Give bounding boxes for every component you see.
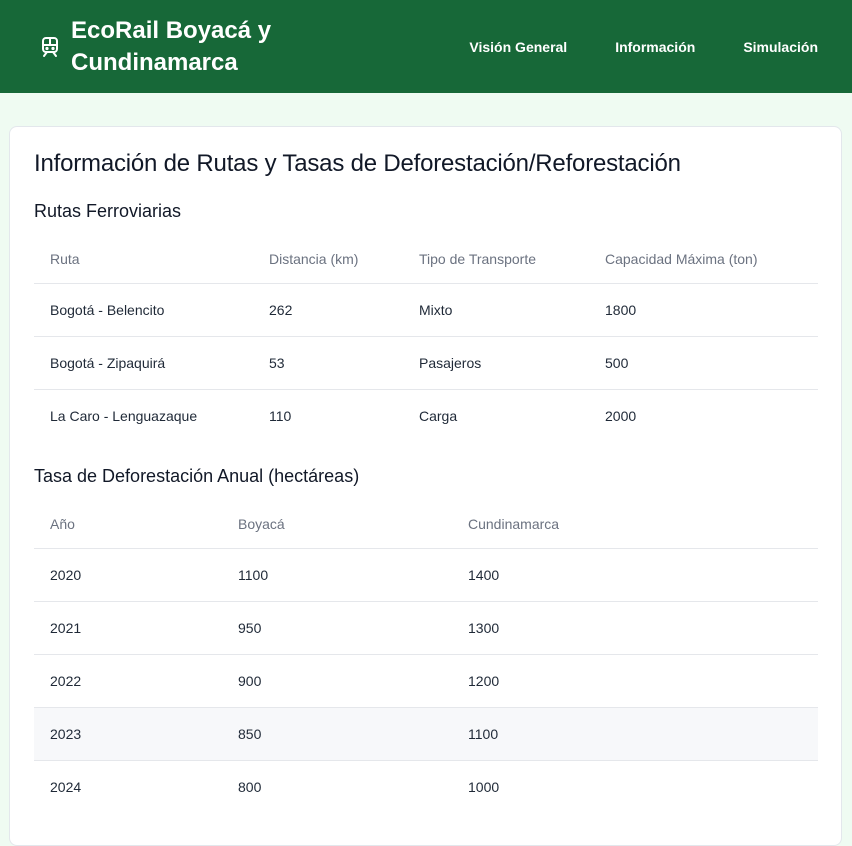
table-row: Bogotá - Zipaquirá 53 Pasajeros 500 — [34, 336, 818, 390]
column-header: Cundinamarca — [452, 500, 818, 549]
nav-simulacion[interactable]: Simulación — [743, 39, 818, 55]
main-nav: Visión General Información Simulación — [421, 39, 818, 55]
app-header: EcoRail Boyacá y Cundinamarca Visión Gen… — [0, 0, 852, 93]
year-cell: 2020 — [34, 548, 222, 602]
transport-type-cell: Pasajeros — [403, 336, 589, 390]
boyaca-cell: 900 — [222, 654, 452, 708]
capacity-cell: 500 — [589, 336, 818, 390]
column-header: Boyacá — [222, 500, 452, 549]
nav-informacion[interactable]: Información — [615, 39, 695, 55]
transport-type-cell: Carga — [419, 407, 458, 424]
boyaca-cell: 1100 — [222, 548, 452, 602]
column-header: Distancia (km) — [253, 235, 403, 284]
column-header: Capacidad Máxima (ton) — [589, 235, 818, 284]
deforestation-table: Año Boyacá Cundinamarca 2020 1100 1400 2… — [34, 500, 818, 813]
year-cell: 2022 — [34, 654, 222, 708]
table-row: La Caro - Lenguazaque 110 Carga 2000 — [34, 389, 818, 442]
boyaca-cell: 850 — [222, 707, 452, 761]
table-row: Bogotá - Belencito 262 Mixto 1800 — [34, 283, 818, 337]
capacity-cell: 2000 — [605, 407, 637, 424]
route-name-cell: La Caro - Lenguazaque — [50, 407, 198, 424]
column-header: Tipo de Transporte — [403, 235, 589, 284]
info-card: Información de Rutas y Tasas de Deforest… — [9, 126, 842, 846]
cundinamarca-cell: 1400 — [452, 548, 818, 602]
capacity-cell: 1800 — [589, 283, 818, 337]
table-row: 2021 950 1300 — [34, 601, 818, 655]
table-row: 2024 800 1000 — [34, 760, 818, 813]
cundinamarca-cell: 1200 — [452, 654, 818, 708]
page-title: Información de Rutas y Tasas de Deforest… — [34, 150, 681, 177]
train-icon — [40, 36, 62, 58]
brand[interactable]: EcoRail Boyacá y Cundinamarca — [40, 15, 301, 79]
year-cell: 2024 — [50, 778, 82, 795]
distance-cell: 110 — [269, 407, 292, 424]
year-cell: 2023 — [34, 707, 222, 761]
nav-vision-general[interactable]: Visión General — [469, 39, 567, 55]
table-row: 2023 850 1100 — [34, 707, 818, 761]
route-name-cell: Bogotá - Belencito — [34, 283, 253, 337]
column-header: Año — [34, 500, 222, 549]
table-row: 2020 1100 1400 — [34, 548, 818, 602]
routes-section-title: Rutas Ferroviarias — [34, 201, 182, 221]
cundinamarca-cell: 1000 — [468, 778, 500, 795]
year-cell: 2021 — [34, 601, 222, 655]
distance-cell: 262 — [253, 283, 403, 337]
cundinamarca-cell: 1300 — [452, 601, 818, 655]
column-header: Ruta — [34, 235, 253, 284]
distance-cell: 53 — [253, 336, 403, 390]
transport-type-cell: Mixto — [403, 283, 589, 337]
deforestation-section-title: Tasa de Deforestación Anual (hectáreas) — [34, 466, 360, 486]
table-header-row: Año Boyacá Cundinamarca — [34, 500, 818, 549]
route-name-cell: Bogotá - Zipaquirá — [34, 336, 253, 390]
table-row: 2022 900 1200 — [34, 654, 818, 708]
boyaca-cell: 950 — [222, 601, 452, 655]
cundinamarca-cell: 1100 — [452, 707, 818, 761]
app-title: EcoRail Boyacá y Cundinamarca — [71, 16, 272, 76]
table-header-row: Ruta Distancia (km) Tipo de Transporte C… — [34, 235, 818, 284]
routes-table: Ruta Distancia (km) Tipo de Transporte C… — [34, 235, 818, 442]
boyaca-cell: 800 — [238, 778, 262, 795]
